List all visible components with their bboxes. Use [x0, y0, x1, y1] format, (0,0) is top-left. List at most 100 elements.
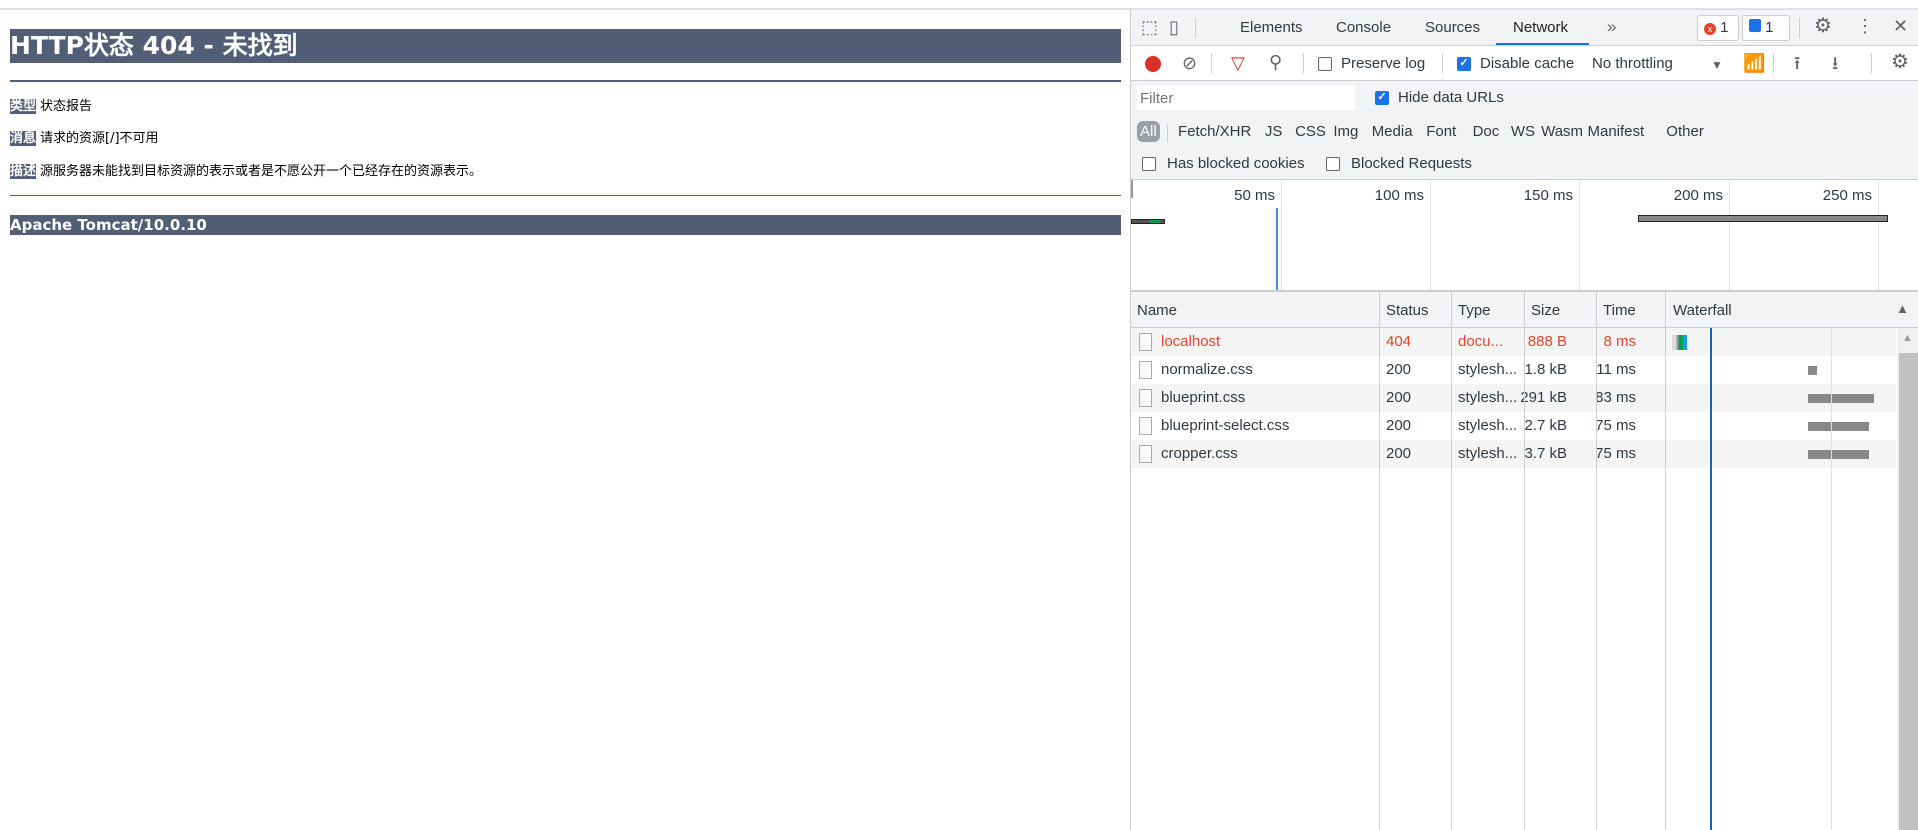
type-filter-js[interactable]: JS — [1265, 123, 1283, 140]
overview-tick-label: 200 ms — [1673, 187, 1723, 204]
page-title: HTTP状态 404 - 未找到 — [10, 29, 1121, 63]
request-row[interactable]: localhost 404 docu... 888 B 8 ms — [1131, 328, 1896, 356]
column-type[interactable]: Type — [1458, 302, 1491, 319]
request-name: blueprint-select.css — [1161, 417, 1290, 434]
overview-left-handle[interactable] — [1131, 180, 1133, 198]
scrollbar-thumb[interactable] — [1899, 353, 1918, 830]
type-filter-ws[interactable]: WS — [1511, 123, 1535, 140]
close-devtools-icon[interactable]: ✕ — [1893, 17, 1908, 35]
waterfall-bar — [1672, 335, 1687, 350]
throttling-select[interactable]: No throttling — [1592, 55, 1673, 72]
export-har-icon[interactable]: ⭳ — [1832, 54, 1838, 72]
settings-gear-icon[interactable]: ⚙ — [1814, 16, 1832, 36]
disable-cache-checkbox[interactable]: ✓ — [1457, 57, 1471, 71]
scrollbar[interactable]: ▲ — [1897, 328, 1918, 830]
message-count-badge[interactable]: 1 — [1742, 15, 1790, 41]
scroll-up-icon[interactable]: ▲ — [1902, 332, 1913, 344]
more-options-icon[interactable]: ⋮ — [1856, 17, 1874, 35]
more-tabs-icon[interactable]: » — [1607, 17, 1616, 37]
type-filter-font[interactable]: Font — [1426, 123, 1456, 140]
network-settings-icon[interactable]: ⚙ — [1891, 52, 1909, 72]
column-name[interactable]: Name — [1137, 302, 1177, 319]
document-icon — [1139, 389, 1152, 407]
tab-sources[interactable]: Sources — [1425, 19, 1480, 36]
type-filter-img[interactable]: Img — [1333, 123, 1358, 140]
waterfall-dom-loaded-line — [1710, 328, 1712, 830]
error-count-badge[interactable]: x 1 — [1697, 15, 1739, 41]
requests-table: Name Status Type Size Time Waterfall ▲ l… — [1131, 292, 1918, 830]
request-time: 83 ms — [1595, 389, 1636, 406]
request-time: 75 ms — [1595, 417, 1636, 434]
field-description: 描述 源服务器未能找到目标资源的表示或者是不愿公开一个已经存在的资源表示。 — [10, 163, 482, 180]
overview-bar-document — [1131, 219, 1165, 224]
type-filter-media[interactable]: Media — [1372, 123, 1413, 140]
filter-input[interactable] — [1137, 86, 1355, 110]
network-conditions-icon[interactable]: 📶 — [1743, 54, 1765, 72]
inspect-element-icon[interactable]: ⬚ — [1141, 18, 1158, 36]
field-message: 消息 请求的资源[/]不可用 — [10, 130, 159, 147]
field-label: 消息 — [10, 131, 37, 146]
has-blocked-cookies-checkbox[interactable] — [1142, 157, 1156, 171]
record-icon[interactable] — [1145, 56, 1161, 72]
error-count: 1 — [1720, 19, 1729, 36]
request-row[interactable]: cropper.css 200 stylesh... 3.7 kB 75 ms — [1131, 440, 1896, 468]
column-waterfall[interactable]: Waterfall — [1673, 302, 1732, 319]
separator — [1167, 124, 1168, 142]
request-size: 1.8 kB — [1524, 361, 1567, 378]
request-type: stylesh... — [1458, 417, 1518, 434]
request-size: 2.7 kB — [1524, 417, 1567, 434]
overview-gridline — [1430, 180, 1431, 290]
overview-tick-label: 250 ms — [1822, 187, 1872, 204]
separator — [1799, 18, 1800, 38]
request-type: stylesh... — [1458, 361, 1518, 378]
dom-content-loaded-line — [1276, 208, 1278, 290]
overview-tick-label: 50 ms — [1234, 187, 1275, 204]
search-icon[interactable]: ⚲ — [1269, 53, 1282, 71]
waterfall-bar — [1808, 422, 1869, 431]
request-name: blueprint.css — [1161, 389, 1246, 406]
request-time: 11 ms — [1596, 361, 1636, 378]
request-row[interactable]: blueprint.css 200 stylesh... 291 kB 83 m… — [1131, 384, 1896, 412]
column-status[interactable]: Status — [1386, 302, 1429, 319]
hide-data-urls-label: Hide data URLs — [1398, 89, 1504, 106]
tab-console[interactable]: Console — [1336, 19, 1391, 36]
request-type: stylesh... — [1458, 389, 1518, 406]
request-row[interactable]: blueprint-select.css 200 stylesh... 2.7 … — [1131, 412, 1896, 440]
column-size[interactable]: Size — [1531, 302, 1560, 319]
type-filter-all[interactable]: All — [1137, 121, 1160, 142]
type-filter-doc[interactable]: Doc — [1473, 123, 1500, 140]
column-divider — [1665, 292, 1666, 830]
request-row[interactable]: normalize.css 200 stylesh... 1.8 kB 11 m… — [1131, 356, 1896, 384]
separator — [1303, 53, 1304, 73]
request-type: docu... — [1458, 333, 1504, 350]
overview-gridline — [1281, 180, 1282, 290]
clear-icon[interactable]: ⊘ — [1182, 54, 1197, 72]
has-blocked-cookies-label: Has blocked cookies — [1167, 155, 1305, 172]
type-filter-fetchxhr[interactable]: Fetch/XHR — [1178, 123, 1251, 140]
field-label: 类型 — [10, 99, 37, 114]
network-overview[interactable]: 50 ms 100 ms 150 ms 200 ms 250 ms — [1131, 180, 1918, 292]
preserve-log-checkbox[interactable] — [1318, 57, 1332, 71]
column-time[interactable]: Time — [1603, 302, 1636, 319]
tab-network[interactable]: Network — [1513, 19, 1568, 36]
type-filter-manifest[interactable]: Manifest — [1588, 123, 1645, 140]
request-status: 200 — [1386, 389, 1412, 406]
type-filter-css[interactable]: CSS — [1295, 123, 1326, 140]
device-toolbar-icon[interactable]: ▯ — [1169, 18, 1179, 36]
request-name: localhost — [1161, 333, 1221, 350]
type-filter-other[interactable]: Other — [1666, 123, 1704, 140]
import-har-icon[interactable]: ⭱ — [1794, 54, 1800, 72]
tab-elements[interactable]: Elements — [1240, 19, 1303, 36]
filter-icon[interactable]: ▽ — [1231, 54, 1245, 72]
blocked-requests-checkbox[interactable] — [1326, 157, 1340, 171]
request-size: 291 kB — [1520, 389, 1567, 406]
document-icon — [1139, 361, 1152, 379]
chevron-down-icon[interactable]: ▼ — [1711, 56, 1723, 74]
type-filter-wasm[interactable]: Wasm — [1541, 123, 1583, 140]
request-size: 888 B — [1527, 333, 1567, 350]
column-divider — [1524, 292, 1525, 830]
separator — [1773, 53, 1774, 73]
hide-data-urls-checkbox[interactable]: ✓ — [1375, 91, 1389, 105]
request-name: cropper.css — [1161, 445, 1238, 462]
request-status: 404 — [1386, 333, 1412, 350]
